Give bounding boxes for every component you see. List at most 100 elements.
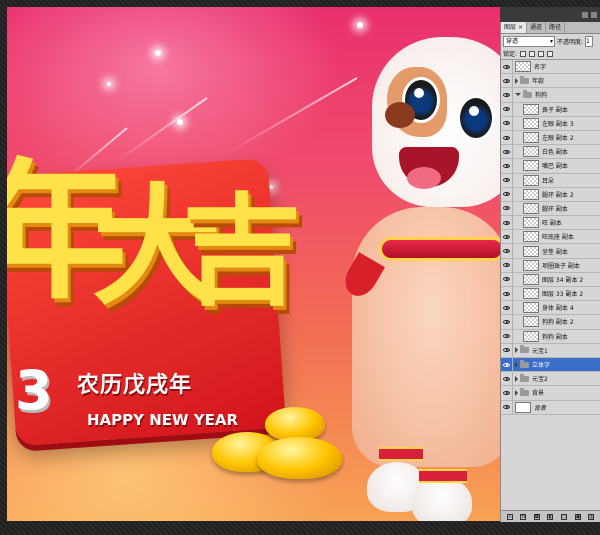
visibility-eye-icon[interactable] bbox=[501, 230, 513, 244]
visibility-eye-icon[interactable] bbox=[501, 329, 513, 343]
eye-icon bbox=[503, 107, 510, 112]
layer-row[interactable]: 腿环 副本 bbox=[501, 201, 600, 217]
visibility-eye-icon[interactable] bbox=[501, 400, 513, 414]
tab-channels[interactable]: 通道 bbox=[527, 22, 546, 33]
layer-row[interactable]: 旺底座 副本 bbox=[501, 230, 600, 245]
layer-row[interactable]: 背景 bbox=[501, 400, 600, 415]
layer-row[interactable]: 名字 bbox=[501, 60, 600, 75]
layer-thumbnail bbox=[523, 316, 539, 328]
layer-name: 左眼 副本 2 bbox=[542, 135, 574, 143]
lock-position-icon[interactable] bbox=[538, 50, 545, 57]
layer-group-row[interactable]: 元宝2 bbox=[501, 372, 600, 387]
visibility-eye-icon[interactable] bbox=[501, 130, 513, 145]
layer-row[interactable]: 项圈珠子 副本 bbox=[501, 258, 600, 273]
folder-icon[interactable]: ▭ bbox=[561, 513, 568, 520]
mask-icon[interactable]: ◘ bbox=[533, 513, 540, 520]
layer-row[interactable]: 身体 副本 4 bbox=[501, 301, 600, 316]
blend-row: 穿透 ▾ 不透明度: 1 bbox=[501, 34, 600, 48]
close-icon[interactable] bbox=[591, 11, 597, 18]
visibility-eye-icon[interactable] bbox=[501, 74, 513, 88]
layer-group-row[interactable]: 狗狗 bbox=[501, 88, 600, 103]
expand-closed-icon[interactable] bbox=[515, 77, 518, 84]
visibility-eye-icon[interactable] bbox=[501, 244, 513, 258]
layer-group-row[interactable]: 年款 bbox=[501, 74, 600, 89]
expand-open-icon[interactable] bbox=[515, 93, 521, 97]
visibility-eye-icon[interactable] bbox=[501, 187, 513, 201]
panel-bottom-bar: ∞ fx ◘ ◐ ▭ ▣ ▥ bbox=[501, 510, 600, 522]
chevron-down-icon: ▾ bbox=[549, 37, 553, 45]
visibility-eye-icon[interactable] bbox=[501, 159, 513, 173]
layer-row[interactable]: 图层 33 副本 2 bbox=[501, 287, 600, 302]
visibility-eye-icon[interactable] bbox=[501, 88, 513, 102]
layer-row[interactable]: 旺 副本 bbox=[501, 216, 600, 231]
layer-row[interactable]: 图层 34 副本 2 bbox=[501, 272, 600, 287]
layer-name: 图层 34 副本 2 bbox=[542, 276, 584, 284]
eye-icon bbox=[503, 163, 510, 168]
visibility-eye-icon[interactable] bbox=[501, 301, 513, 315]
lock-image-icon[interactable] bbox=[529, 50, 536, 57]
layer-group-row[interactable]: 立体字 bbox=[501, 357, 600, 373]
layer-row[interactable]: 左眼 副本 2 bbox=[501, 130, 600, 146]
opacity-label: 不透明度: bbox=[557, 38, 584, 46]
layer-thumbnail bbox=[515, 401, 531, 413]
layer-row[interactable]: 腿环 副本 2 bbox=[501, 187, 600, 202]
visibility-eye-icon[interactable] bbox=[501, 357, 513, 372]
layer-row[interactable]: 白色 副本 bbox=[501, 145, 600, 160]
visibility-eye-icon[interactable] bbox=[501, 116, 513, 130]
visibility-eye-icon[interactable] bbox=[501, 201, 513, 216]
blend-mode-select[interactable]: 穿透 ▾ bbox=[503, 35, 555, 47]
lock-transparent-icon[interactable] bbox=[520, 50, 527, 57]
layer-group-row[interactable]: 背景 bbox=[501, 386, 600, 401]
layer-name: 元宝2 bbox=[532, 376, 548, 384]
eye-icon bbox=[503, 362, 510, 367]
layer-row[interactable]: 耳朵 bbox=[501, 173, 600, 188]
link-icon[interactable]: ∞ bbox=[506, 513, 513, 520]
visibility-eye-icon[interactable] bbox=[501, 258, 513, 272]
visibility-eye-icon[interactable] bbox=[501, 145, 513, 159]
document-canvas[interactable]: 年 大 吉 3 农历戊戌年 HAPPY NEW YEAR bbox=[7, 7, 500, 521]
lock-all-icon[interactable] bbox=[547, 50, 554, 57]
expand-closed-icon[interactable] bbox=[515, 361, 518, 368]
visibility-eye-icon[interactable] bbox=[501, 386, 513, 400]
layer-row[interactable]: 狗狗 副本 bbox=[501, 329, 600, 344]
layer-row[interactable]: 嘴巴 副本 bbox=[501, 159, 600, 174]
layer-thumbnail bbox=[523, 160, 539, 172]
new-layer-icon[interactable]: ▣ bbox=[574, 513, 581, 520]
layer-thumbnail bbox=[523, 103, 539, 115]
eye-icon bbox=[503, 135, 510, 140]
expand-closed-icon[interactable] bbox=[515, 375, 518, 382]
layer-row[interactable]: 鼻子 副本 bbox=[501, 102, 600, 117]
layer-name: 狗狗 bbox=[535, 92, 548, 100]
dog-eye-right bbox=[457, 95, 495, 141]
layer-row[interactable]: 狗狗 副本 2 bbox=[501, 315, 600, 330]
visibility-eye-icon[interactable] bbox=[501, 315, 513, 329]
layers-list[interactable]: 名字 年款 狗狗 鼻子 副本 左眼 副本 3 左眼 副本 2 白色 副本 嘴巴 副本 耳朵 腿环 … bbox=[501, 60, 600, 415]
visibility-eye-icon[interactable] bbox=[501, 173, 513, 187]
visibility-eye-icon[interactable] bbox=[501, 287, 513, 301]
fx-icon[interactable]: fx bbox=[520, 513, 527, 520]
opacity-input[interactable]: 1 bbox=[585, 35, 594, 47]
tab-close-icon[interactable]: × bbox=[518, 24, 523, 31]
dog-collar bbox=[379, 237, 500, 261]
leg-band bbox=[419, 469, 467, 483]
tab-paths[interactable]: 路径 bbox=[546, 22, 565, 33]
eye-icon bbox=[503, 277, 510, 282]
tab-layers[interactable]: 图层 × bbox=[501, 22, 527, 33]
trash-icon[interactable]: ▥ bbox=[588, 513, 595, 520]
expand-closed-icon[interactable] bbox=[515, 347, 518, 354]
visibility-eye-icon[interactable] bbox=[501, 372, 513, 386]
layer-row[interactable]: 左眼 副本 3 bbox=[501, 116, 600, 131]
layer-group-row[interactable]: 元宝1 bbox=[501, 343, 600, 358]
visibility-eye-icon[interactable] bbox=[501, 343, 513, 357]
layer-row[interactable]: 坐垫 副本 bbox=[501, 244, 600, 259]
visibility-eye-icon[interactable] bbox=[501, 102, 513, 116]
visibility-eye-icon[interactable] bbox=[501, 216, 513, 230]
light-streak bbox=[226, 77, 358, 154]
sparkle bbox=[177, 119, 183, 125]
collapse-icon[interactable] bbox=[582, 11, 588, 18]
visibility-eye-icon[interactable] bbox=[501, 272, 513, 286]
layer-thumbnail bbox=[523, 330, 539, 342]
adjustment-icon[interactable]: ◐ bbox=[547, 513, 554, 520]
expand-closed-icon[interactable] bbox=[515, 389, 518, 396]
visibility-eye-icon[interactable] bbox=[501, 60, 513, 74]
